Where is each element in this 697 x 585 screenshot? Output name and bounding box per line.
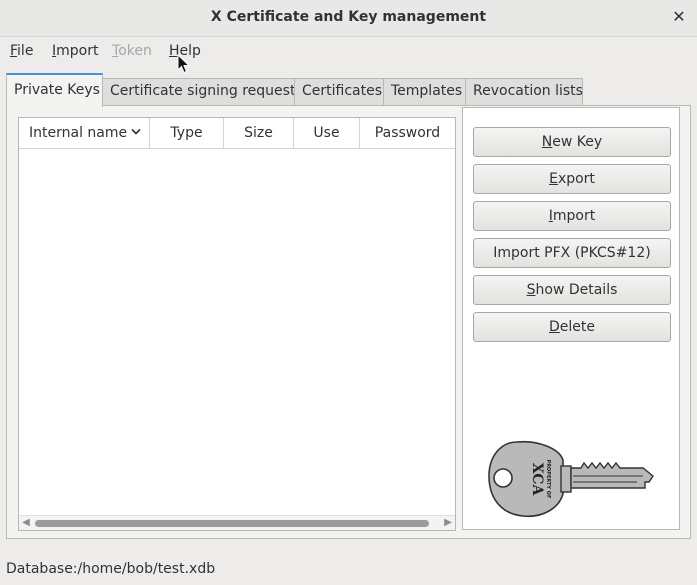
xca-key-logo-icon: PROPERTY OF XCA — [488, 440, 654, 518]
actions-panel: New Key Export Import Import PFX (PKCS#1… — [462, 107, 680, 530]
mouse-pointer-icon — [177, 54, 191, 74]
import-button[interactable]: Import — [473, 201, 671, 231]
column-password[interactable]: Password — [360, 118, 455, 148]
new-key-button[interactable]: New Key — [473, 127, 671, 157]
chevron-down-icon — [131, 128, 141, 135]
scroll-left-icon[interactable]: ◀ — [20, 516, 32, 530]
tab-certificate-signing-requests[interactable]: Certificate signing requests — [102, 78, 303, 105]
menu-bar: File Import Token Help — [0, 37, 697, 67]
column-type[interactable]: Type — [150, 118, 224, 148]
list-header: Internal name Type Size Use Password — [19, 118, 455, 149]
scroll-right-icon[interactable]: ▶ — [442, 516, 454, 530]
show-details-button[interactable]: Show Details — [473, 275, 671, 305]
delete-button[interactable]: Delete — [473, 312, 671, 342]
column-size[interactable]: Size — [224, 118, 294, 148]
menu-file[interactable]: File — [10, 43, 33, 59]
import-pfx-button[interactable]: Import PFX (PKCS#12) — [473, 238, 671, 268]
tab-panel-private-keys: Internal name Type Size Use Password ◀ ▶… — [6, 105, 691, 539]
tab-revocation-lists[interactable]: Revocation lists — [465, 78, 583, 105]
keys-list[interactable]: Internal name Type Size Use Password ◀ ▶ — [18, 117, 456, 531]
horizontal-scrollbar[interactable]: ◀ ▶ — [19, 515, 455, 530]
export-button[interactable]: Export — [473, 164, 671, 194]
close-icon[interactable]: ✕ — [670, 7, 688, 27]
title-bar: X Certificate and Key management ✕ — [0, 0, 697, 37]
logo-xca-text: XCA — [529, 463, 545, 497]
status-database: Database:/home/bob/test.xdb — [6, 561, 216, 577]
menu-import[interactable]: Import — [52, 43, 98, 59]
tab-private-keys[interactable]: Private Keys — [6, 73, 103, 107]
column-internal-name[interactable]: Internal name — [19, 118, 150, 148]
tab-templates[interactable]: Templates — [383, 78, 466, 105]
window-title: X Certificate and Key management — [210, 9, 487, 25]
column-use[interactable]: Use — [294, 118, 360, 148]
menu-token[interactable]: Token — [112, 43, 152, 59]
tab-certificates[interactable]: Certificates — [294, 78, 384, 105]
scrollbar-thumb[interactable] — [35, 520, 429, 527]
